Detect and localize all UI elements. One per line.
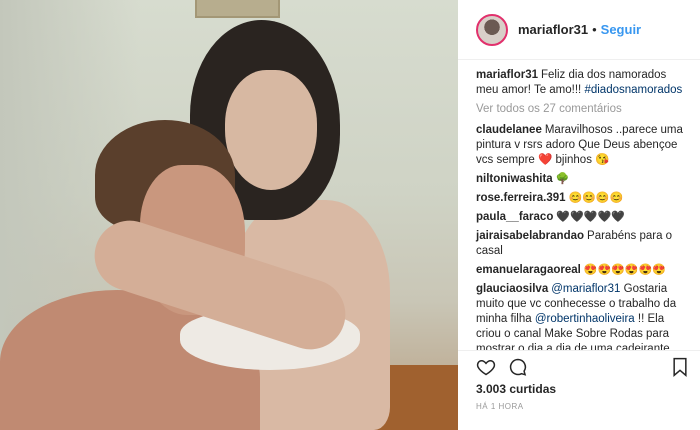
comment-text: 😊😊😊😊 (568, 192, 624, 204)
avatar[interactable] (476, 13, 508, 46)
comment-item: jairaisabelabrandao Parabéns para o casal (476, 229, 690, 259)
comment-mention[interactable]: @robertinhaoliveira (535, 313, 635, 325)
photo-woman-face (225, 70, 317, 190)
header-dot: • (592, 22, 597, 37)
action-bar (458, 350, 700, 382)
caption: mariaflor31 Feliz dia dos namorados meu a… (476, 68, 690, 98)
comment-username[interactable]: niltoniwashita (476, 173, 553, 185)
post-timestamp: HÁ 1 HORA (476, 402, 524, 411)
comment-username[interactable]: rose.ferreira.391 (476, 192, 566, 204)
post-header: mariaflor31 • Seguir (458, 0, 700, 60)
heart-icon[interactable] (476, 357, 496, 377)
caption-username[interactable]: mariaflor31 (476, 69, 538, 81)
comment-username[interactable]: jairaisabelabrandao (476, 230, 584, 242)
view-all-comments-link[interactable]: Ver todos os 27 comentários (476, 102, 690, 117)
post-photo[interactable] (0, 0, 458, 430)
follow-button[interactable]: Seguir (601, 22, 641, 37)
comment-item: claudelanee Maravilhosos ..parece uma pin… (476, 123, 690, 168)
caption-hashtag[interactable]: #diadosnamorados (584, 84, 682, 96)
comment-username[interactable]: claudelanee (476, 124, 542, 136)
photo-wall-frame (195, 0, 280, 18)
comment-username[interactable]: paula__faraco (476, 211, 553, 223)
comment-username[interactable]: emanuelaragaoreal (476, 264, 581, 276)
likes-count[interactable]: 3.003 curtidas (476, 382, 556, 396)
comment-item: rose.ferreira.391 😊😊😊😊 (476, 191, 690, 206)
comment-text: 😍😍😍😍😍😍 (583, 264, 667, 276)
bookmark-icon[interactable] (670, 357, 690, 377)
comment-item: emanuelaragaoreal 😍😍😍😍😍😍 (476, 263, 690, 278)
comments-section: mariaflor31 Feliz dia dos namorados meu a… (458, 60, 700, 350)
comment-text: 🖤🖤🖤🖤🖤 (556, 211, 625, 223)
comment-username[interactable]: glauciaosilva (476, 283, 548, 295)
header-username[interactable]: mariaflor31 (518, 22, 588, 37)
comment-item: paula__faraco 🖤🖤🖤🖤🖤 (476, 210, 690, 225)
comment-mention[interactable]: @mariaflor31 (551, 283, 620, 295)
comment-item: niltoniwashita 🌳 (476, 172, 690, 187)
comment-text: 🌳 (555, 173, 570, 185)
comment-item: glauciaosilva @mariaflor31 Gostaria muito… (476, 282, 690, 350)
comment-icon[interactable] (508, 357, 528, 377)
